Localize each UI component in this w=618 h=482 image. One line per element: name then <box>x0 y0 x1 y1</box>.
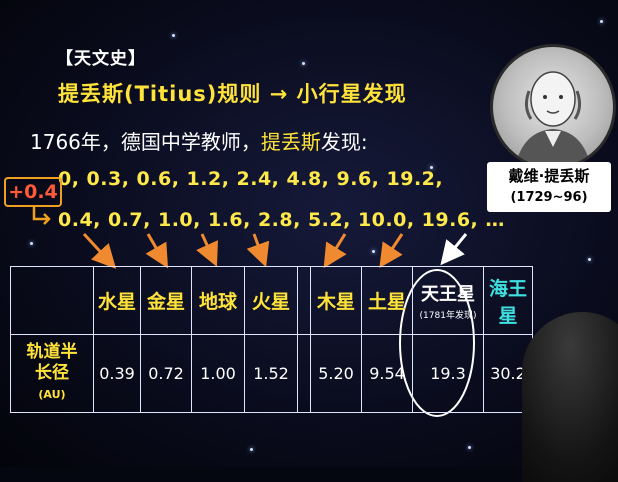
intro-text: 1766年，德国中学教师，提丢斯发现: <box>30 126 368 155</box>
row-label-line2: 长径 <box>35 363 69 383</box>
star-dot <box>468 446 471 449</box>
orbit-value-cell: 0.39 <box>93 334 141 413</box>
portrait-figure-icon <box>515 71 591 167</box>
planet-name-uranus: 天王星 <box>421 284 475 305</box>
planet-name-cell: 水星 <box>93 266 141 335</box>
orbit-value-cell: 5.20 <box>310 334 362 413</box>
presenter-silhouette <box>522 312 618 482</box>
result-sequence: 0.4, 0.7, 1.0, 1.6, 2.8, 5.2, 10.0, 19.6… <box>58 209 505 231</box>
planet-name-cell: 木星 <box>310 266 362 335</box>
row-label-line1: 轨道半 <box>26 342 78 362</box>
orbit-value-cell: 9.54 <box>361 334 413 413</box>
gap-cell <box>297 334 311 413</box>
planet-header-row: 水星 金星 地球 火星 木星 土星 天王星 (1781年发现) 海王星 <box>10 266 533 335</box>
uranus-discovery-note: (1781年发现) <box>419 311 477 321</box>
portrait-image <box>490 44 616 170</box>
star-dot <box>172 34 175 37</box>
star-dot <box>600 20 603 23</box>
planet-name-cell: 金星 <box>140 266 192 335</box>
planet-name-cell: 地球 <box>191 266 245 335</box>
add-constant-box: +0.4 <box>4 177 62 207</box>
row-label-cell: 轨道半 长径 (AU) <box>10 334 94 413</box>
orbit-value-cell: 1.00 <box>191 334 245 413</box>
star-dot <box>250 448 253 451</box>
planet-name-cell: 海王星 <box>483 266 533 335</box>
hook-arrow-icon <box>32 207 51 225</box>
planet-name-cell: 土星 <box>361 266 413 335</box>
uranus-name-cell: 天王星 (1781年发现) <box>412 266 484 335</box>
orbit-value-cell: 0.72 <box>140 334 192 413</box>
orbit-value-cell: 19.3 <box>412 334 484 413</box>
portrait-caption: 戴维·提丢斯 (1729~96) <box>487 162 611 212</box>
star-dot <box>30 242 33 245</box>
orbit-values-row: 轨道半 长径 (AU) 0.39 0.72 1.00 1.52 5.20 9.5… <box>10 334 533 413</box>
orbit-table: 水星 金星 地球 火星 木星 土星 天王星 (1781年发现) 海王星 轨道半 … <box>10 266 533 413</box>
star-dot <box>302 62 305 65</box>
corner-cell <box>10 266 94 335</box>
star-dot <box>588 258 591 261</box>
base-sequence: 0, 0.3, 0.6, 1.2, 2.4, 4.8, 9.6, 19.2, <box>58 168 444 190</box>
star-dot <box>372 250 375 253</box>
gap-cell <box>297 266 311 335</box>
slide-title: 提丢斯(Titius)规则 → 小行星发现 <box>58 82 407 106</box>
section-tag: 【天文史】 <box>56 49 146 69</box>
intro-suffix: 发现: <box>320 130 368 154</box>
portrait-years: (1729~96) <box>510 190 588 205</box>
row-label-unit: (AU) <box>38 388 66 401</box>
intro-prefix: 1766年，德国中学教师， <box>30 130 261 154</box>
orbit-value-cell: 1.52 <box>244 334 298 413</box>
intro-highlight: 提丢斯 <box>260 130 321 154</box>
portrait-name: 戴维·提丢斯 <box>508 167 590 185</box>
planet-name-cell: 火星 <box>244 266 298 335</box>
